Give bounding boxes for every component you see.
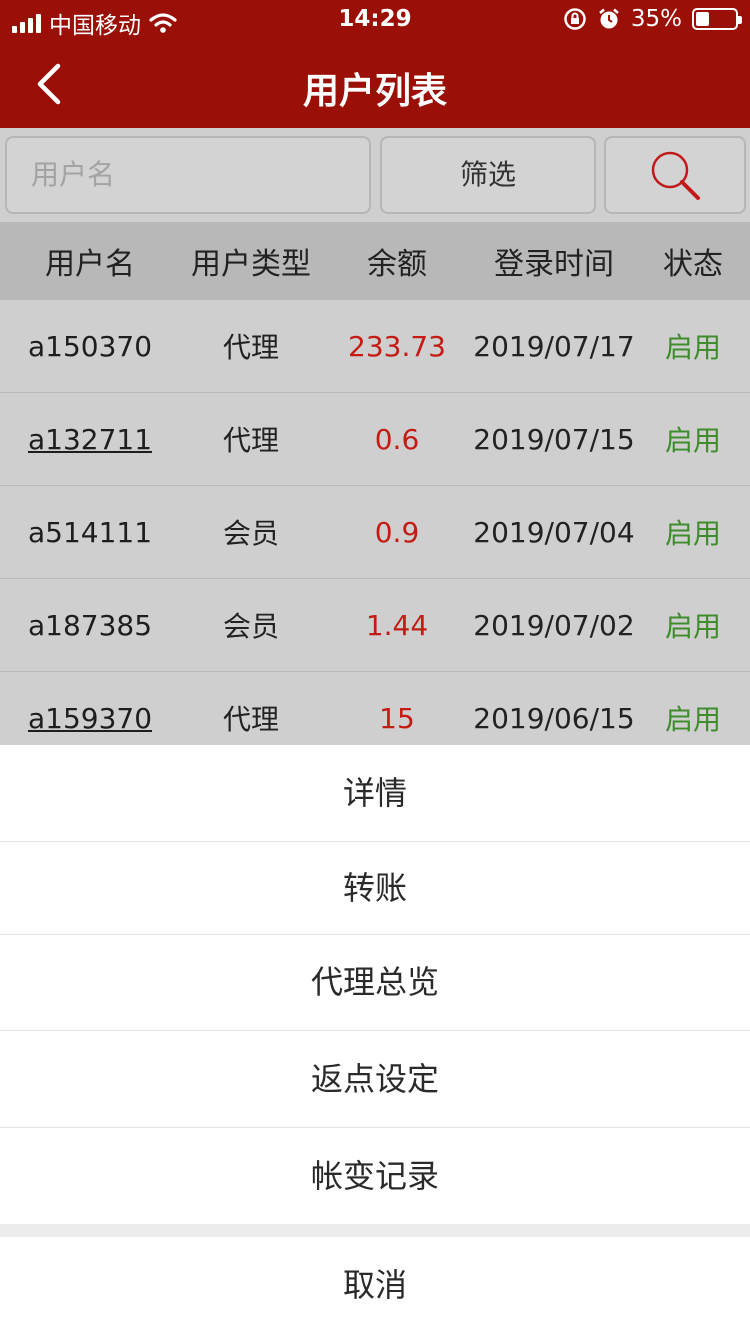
user-list-content: 用户名 筛选 用户名 用户类型 余额 登录时间 状态 a150370 代理 23… bbox=[0, 128, 750, 765]
cell-user-type: 会员 bbox=[222, 610, 279, 643]
table-row[interactable]: a514111 会员 0.9 2019/07/04 启用 bbox=[0, 486, 750, 579]
header-username: 用户名 bbox=[45, 247, 135, 282]
header-user-type: 用户类型 bbox=[191, 247, 311, 282]
table-row[interactable]: a150370 代理 233.73 2019/07/17 启用 bbox=[0, 300, 750, 393]
nav-bar: 用户列表 bbox=[0, 40, 750, 128]
action-account-changes[interactable]: 帐变记录 bbox=[0, 1128, 750, 1224]
cell-status: 启用 bbox=[664, 703, 721, 736]
cell-balance: 0.6 bbox=[374, 422, 420, 456]
battery-icon bbox=[692, 8, 742, 30]
cell-username: a514111 bbox=[27, 515, 153, 549]
cell-user-type: 代理 bbox=[222, 703, 279, 736]
cell-balance: 15 bbox=[379, 701, 415, 735]
cell-user-type: 代理 bbox=[222, 331, 279, 364]
battery-level bbox=[696, 12, 709, 26]
cell-balance: 233.73 bbox=[348, 329, 446, 363]
table-header: 用户名 用户类型 余额 登录时间 状态 bbox=[0, 222, 750, 300]
header-balance: 余额 bbox=[367, 247, 427, 282]
cell-username[interactable]: a132711 bbox=[0, 423, 180, 456]
header-status: 状态 bbox=[663, 247, 723, 282]
action-agent-overview[interactable]: 代理总览 bbox=[0, 935, 750, 1030]
cell-username: a150370 bbox=[27, 329, 153, 363]
cell-status: 启用 bbox=[664, 331, 721, 364]
filter-button[interactable]: 筛选 bbox=[380, 136, 596, 214]
status-bar: 中国移动 14:29 35% bbox=[0, 0, 750, 40]
table-row[interactable]: a187385 会员 1.44 2019/07/02 启用 bbox=[0, 579, 750, 672]
battery-percent: 35% bbox=[630, 6, 682, 32]
cancel-button[interactable]: 取消 bbox=[0, 1237, 750, 1334]
cell-status: 启用 bbox=[664, 610, 721, 643]
search-bar: 用户名 筛选 bbox=[0, 128, 750, 222]
cell-login-time: 2019/07/17 bbox=[473, 329, 635, 363]
status-right: 35% bbox=[563, 6, 742, 32]
cell-username: a187385 bbox=[27, 608, 153, 642]
alarm-icon bbox=[599, 8, 619, 29]
cell-username[interactable]: a159370 bbox=[0, 702, 180, 735]
rotation-lock-icon bbox=[564, 8, 586, 30]
cell-balance: 0.9 bbox=[374, 515, 420, 549]
username-search-input[interactable]: 用户名 bbox=[5, 136, 371, 214]
action-rebate-settings[interactable]: 返点设定 bbox=[0, 1031, 750, 1127]
cell-status: 启用 bbox=[664, 424, 721, 457]
page-title: 用户列表 bbox=[302, 71, 447, 112]
search-icon bbox=[651, 151, 700, 200]
cell-balance: 1.44 bbox=[365, 608, 429, 642]
header-login-time: 登录时间 bbox=[494, 247, 614, 282]
action-sheet: 详情 转账 代理总览 返点设定 帐变记录 取消 bbox=[0, 745, 750, 1334]
cell-login-time: 2019/07/04 bbox=[473, 515, 635, 549]
cell-user-type: 代理 bbox=[222, 424, 279, 457]
table-body: a150370 代理 233.73 2019/07/17 启用 a132711 … bbox=[0, 300, 750, 765]
cell-user-type: 会员 bbox=[222, 517, 279, 550]
search-button[interactable] bbox=[604, 136, 746, 214]
cell-login-time: 2019/06/15 bbox=[473, 701, 635, 735]
cell-login-time: 2019/07/02 bbox=[473, 608, 635, 642]
cell-status: 启用 bbox=[664, 517, 721, 550]
table-row[interactable]: a132711 代理 0.6 2019/07/15 启用 bbox=[0, 393, 750, 486]
cell-login-time: 2019/07/15 bbox=[473, 422, 635, 456]
action-transfer[interactable]: 转账 bbox=[0, 842, 750, 934]
action-details[interactable]: 详情 bbox=[0, 745, 750, 841]
